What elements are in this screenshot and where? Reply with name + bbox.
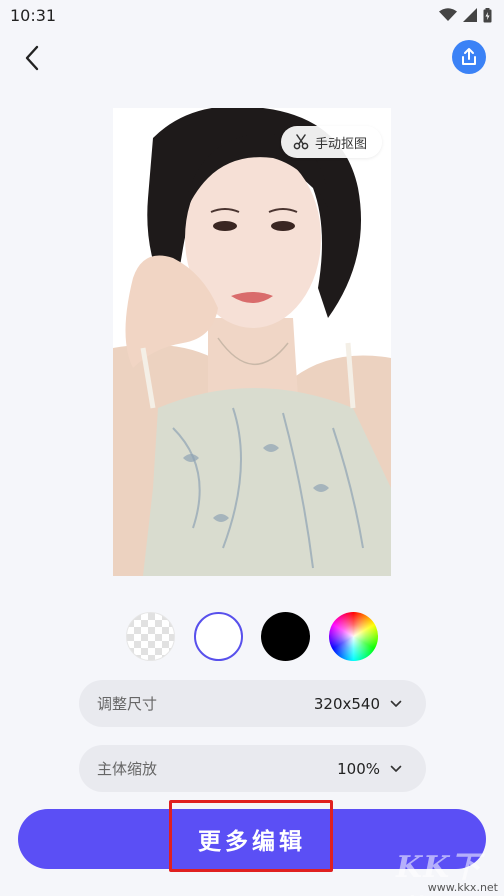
subject-scale-dropdown[interactable]: 100% [337, 760, 402, 778]
status-bar: 10:31 [0, 0, 504, 30]
swatch-transparent[interactable] [126, 612, 175, 661]
adjust-size-value: 320x540 [313, 694, 380, 713]
watermark-url: www.kkx.net [427, 881, 498, 894]
chevron-left-icon [25, 45, 39, 71]
subject-scale-label: 主体缩放 [97, 760, 158, 778]
battery-icon [483, 7, 492, 22]
subject-scale-value: 100% [337, 759, 380, 778]
swatch-white[interactable] [194, 612, 243, 661]
wifi-icon [439, 8, 457, 21]
manual-cutout-label: 手动抠图 [315, 136, 368, 152]
adjust-size-label: 调整尺寸 [97, 695, 158, 713]
swatch-color-picker[interactable] [329, 612, 378, 661]
adjust-size-dropdown[interactable]: 320x540 [314, 695, 402, 713]
more-edit-button[interactable]: 更多编辑 [18, 809, 486, 869]
background-options [0, 612, 504, 662]
preview-image [113, 108, 391, 576]
status-icons [439, 7, 492, 23]
share-button[interactable] [452, 40, 486, 74]
chevron-down-icon [390, 700, 402, 707]
status-time: 10:31 [10, 5, 57, 25]
signal-icon [463, 8, 477, 22]
chevron-down-icon [390, 765, 402, 772]
subject-scale-row[interactable]: 主体缩放 100% [79, 745, 426, 792]
adjust-size-row[interactable]: 调整尺寸 320x540 [79, 680, 426, 727]
more-edit-label: 更多编辑 [198, 829, 306, 855]
manual-cutout-button[interactable]: 手动抠图 [281, 126, 382, 158]
back-button[interactable] [16, 40, 48, 76]
share-icon [462, 48, 476, 65]
portrait-photo [113, 108, 391, 576]
scissors-icon [293, 134, 309, 150]
swatch-black[interactable] [261, 612, 310, 661]
